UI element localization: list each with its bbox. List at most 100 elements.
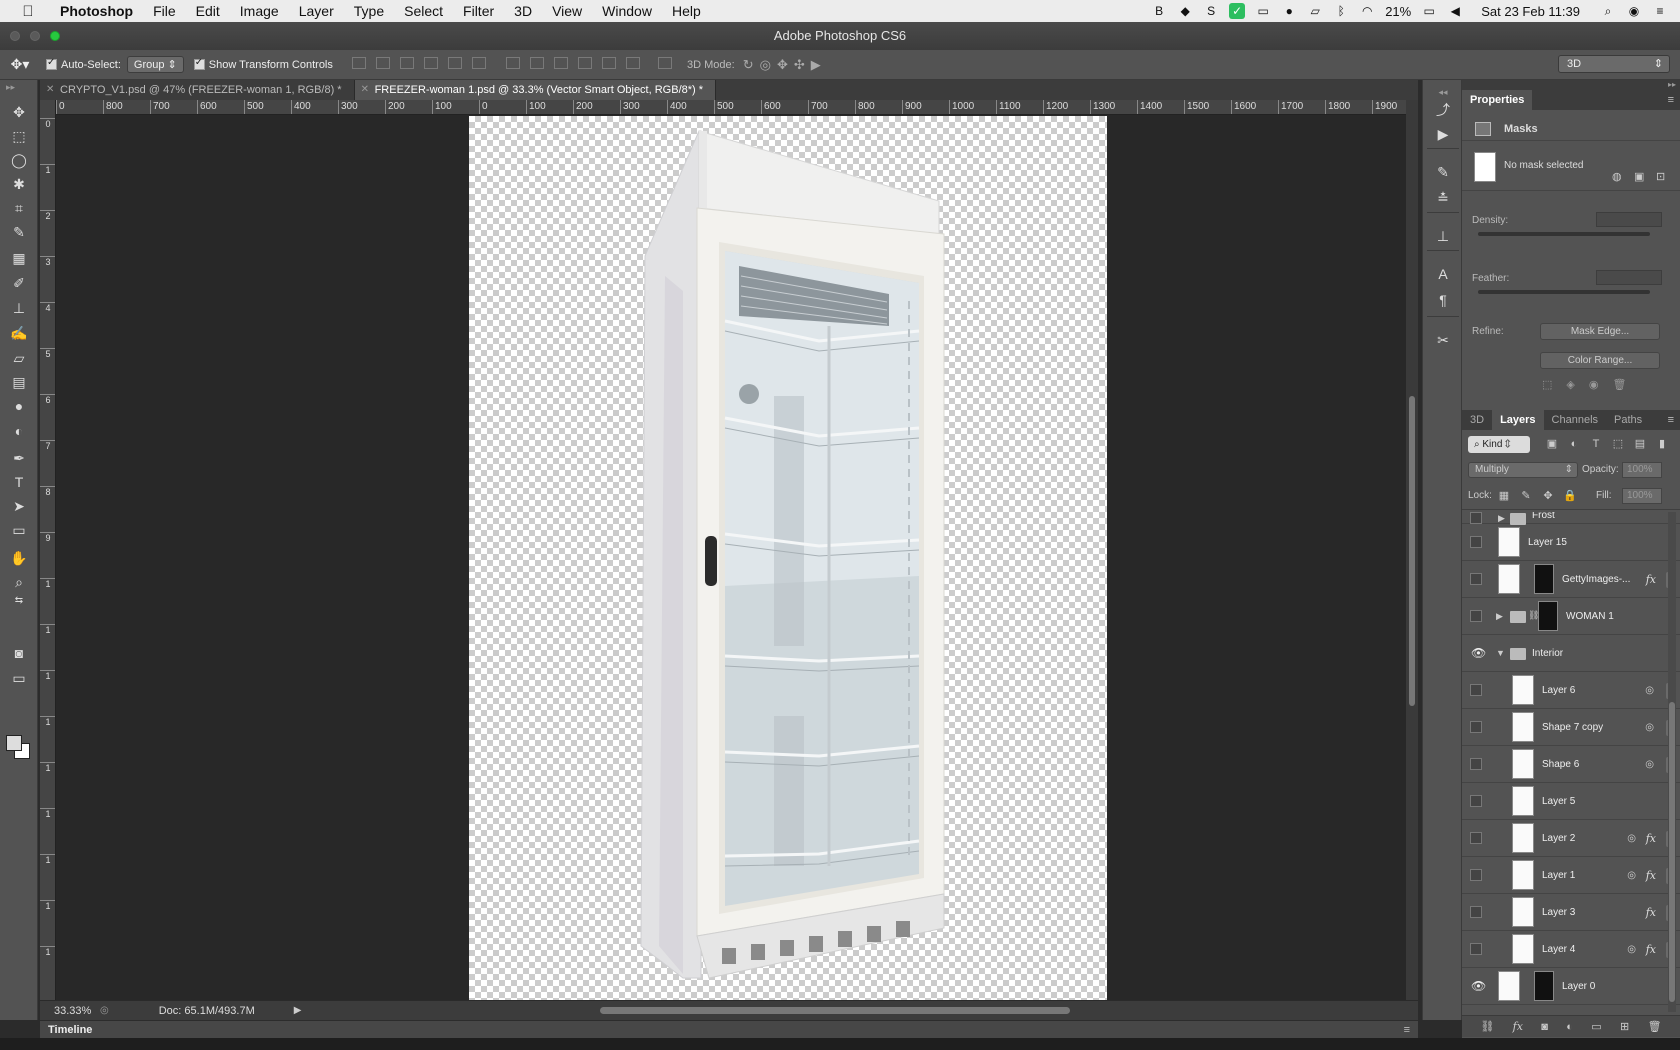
- visibility-toggle[interactable]: [1470, 572, 1482, 585]
- fill-field[interactable]: 100%: [1622, 488, 1662, 504]
- show-transform-checkbox[interactable]: [193, 57, 209, 71]
- layer-name[interactable]: Shape 6: [1542, 759, 1579, 770]
- distribute-top-icon[interactable]: [505, 57, 520, 69]
- align-hcenter-icon[interactable]: [447, 57, 462, 69]
- layer-effects-icon[interactable]: fx: [1646, 573, 1656, 586]
- layer-row[interactable]: ▶ Frost: [1462, 512, 1680, 525]
- 3d-scale-icon[interactable]: ▶: [811, 57, 827, 72]
- wifi-icon[interactable]: ◠: [1359, 3, 1375, 19]
- layer-thumbnail[interactable]: [1498, 564, 1520, 594]
- expanded-arrow-icon[interactable]: ▼: [1496, 648, 1505, 658]
- layer-row[interactable]: Layer 15: [1462, 524, 1680, 561]
- opacity-field[interactable]: 100%: [1622, 462, 1662, 478]
- distribute-hcenter-icon[interactable]: [601, 57, 616, 69]
- layer-row[interactable]: Layer 1◎fx▾: [1462, 857, 1680, 894]
- apply-mask-icon[interactable]: ◈: [1566, 379, 1588, 391]
- collapsed-arrow-icon[interactable]: ▶: [1498, 513, 1505, 524]
- globe-icon[interactable]: ●: [1281, 3, 1297, 19]
- layer-name[interactable]: Layer 0: [1562, 981, 1595, 992]
- move-tool-icon[interactable]: ✥: [8, 102, 30, 122]
- lock-all-icon[interactable]: 🔒: [1562, 488, 1578, 504]
- menu-select[interactable]: Select: [394, 3, 453, 19]
- battery-icon[interactable]: ▭: [1421, 3, 1437, 19]
- panel-menu-icon[interactable]: ≡: [1404, 1021, 1410, 1039]
- dropbox-icon[interactable]: ◆: [1177, 3, 1193, 19]
- horizontal-scrollbar-thumb[interactable]: [600, 1007, 1070, 1014]
- layer-name[interactable]: Layer 4: [1542, 944, 1575, 955]
- rectangle-tool-icon[interactable]: ▭: [8, 520, 30, 540]
- distribute-right-icon[interactable]: [625, 57, 640, 69]
- menu-view[interactable]: View: [542, 3, 592, 19]
- volume-icon[interactable]: ◀: [1447, 3, 1463, 19]
- filter-shape-icon[interactable]: ⬚: [1610, 436, 1626, 452]
- close-tab-icon[interactable]: ✕: [361, 80, 369, 100]
- layer-effects-icon[interactable]: fx: [1646, 943, 1656, 956]
- align-left-icon[interactable]: [423, 57, 438, 69]
- layer-name[interactable]: Layer 2: [1542, 833, 1575, 844]
- density-field[interactable]: [1596, 212, 1662, 227]
- filter-kind-dropdown[interactable]: ⌕ Kind ⇕: [1468, 436, 1530, 453]
- new-group-icon[interactable]: ▭: [1591, 1020, 1601, 1033]
- 3d-roll-icon[interactable]: ◎: [760, 57, 777, 72]
- filter-pixel-icon[interactable]: ▣: [1544, 436, 1560, 452]
- layer-row[interactable]: Layer 2◎fx▾: [1462, 820, 1680, 857]
- 3d-slide-icon[interactable]: ✣: [794, 57, 811, 72]
- layer-name[interactable]: Frost: [1532, 512, 1555, 521]
- add-mask-icon[interactable]: ◙: [1541, 1021, 1548, 1033]
- crop-tool-icon[interactable]: ⌗: [8, 198, 30, 218]
- horizontal-ruler[interactable]: 0 800 700 600 500 400 300 200 100 0 100 200 300 400 50…: [56, 100, 1406, 115]
- distribute-left-icon[interactable]: [577, 57, 592, 69]
- filter-adjustment-icon[interactable]: ◐: [1566, 436, 1582, 452]
- layer-thumbnail[interactable]: [1512, 786, 1534, 816]
- visibility-toggle[interactable]: [1470, 868, 1482, 881]
- properties-title[interactable]: Properties: [1462, 90, 1533, 110]
- menu-layer[interactable]: Layer: [289, 3, 344, 19]
- filter-toggle-icon[interactable]: ▮: [1654, 436, 1670, 452]
- layer-row[interactable]: 👁 ▼ Interior: [1462, 635, 1680, 672]
- visibility-toggle[interactable]: [1470, 794, 1482, 807]
- screen-mode-icon[interactable]: ▭: [8, 668, 30, 688]
- notification-center-icon[interactable]: ≡: [1652, 3, 1668, 19]
- new-layer-icon[interactable]: ⊞: [1620, 1020, 1629, 1033]
- 3d-drag-icon[interactable]: ✥: [777, 57, 794, 72]
- lock-position-icon[interactable]: ✥: [1540, 488, 1556, 504]
- layer-name[interactable]: Interior: [1532, 648, 1563, 659]
- panel-menu-icon[interactable]: ≡: [1668, 410, 1680, 430]
- brush-panel-icon[interactable]: ≛: [1432, 188, 1454, 208]
- layer-thumbnail[interactable]: [1512, 934, 1534, 964]
- eraser-tool-icon[interactable]: ▱: [8, 348, 30, 368]
- swap-colors-icon[interactable]: ⇆: [8, 591, 30, 611]
- auto-align-icon[interactable]: [658, 57, 673, 69]
- menu-help[interactable]: Help: [662, 3, 711, 19]
- feather-slider[interactable]: [1478, 290, 1650, 294]
- marquee-tool-icon[interactable]: ⬚: [8, 126, 30, 146]
- select-pixel-mask-icon[interactable]: ◍: [1612, 170, 1626, 183]
- layer-effects-icon[interactable]: fx: [1646, 869, 1656, 882]
- disable-mask-icon[interactable]: ◉: [1589, 379, 1613, 391]
- status-menu-arrow-icon[interactable]: ▶: [294, 1005, 302, 1016]
- panel-collapse-icon[interactable]: ▸▸: [6, 82, 15, 93]
- tab-paths[interactable]: Paths: [1606, 410, 1650, 430]
- history-panel-icon[interactable]: ⤴: [1432, 100, 1454, 120]
- layer-row[interactable]: ▶ ⛓ WOMAN 1: [1462, 598, 1680, 635]
- type-tool-icon[interactable]: T: [8, 472, 30, 492]
- blend-mode-dropdown[interactable]: Multiply ⇕: [1468, 462, 1578, 478]
- layer-row[interactable]: Shape 6◎▾: [1462, 746, 1680, 783]
- tab-layers[interactable]: Layers: [1492, 410, 1544, 430]
- dock-collapse-bar[interactable]: ▸▸: [1462, 80, 1680, 90]
- layer-mask-thumbnail[interactable]: [1534, 971, 1554, 1001]
- layer-name[interactable]: Layer 5: [1542, 796, 1575, 807]
- spotlight-search-icon[interactable]: ⌕: [1600, 3, 1616, 19]
- move-tool-preset-icon[interactable]: ✥▾: [0, 56, 40, 73]
- scrollbar-thumb[interactable]: [1669, 702, 1675, 1002]
- align-right-icon[interactable]: [471, 57, 486, 69]
- visibility-eye-icon[interactable]: 👁: [1470, 980, 1486, 992]
- layer-thumbnail[interactable]: [1512, 675, 1534, 705]
- layer-row[interactable]: Layer 3fx▾: [1462, 894, 1680, 931]
- pen-tool-icon[interactable]: ✒: [8, 448, 30, 468]
- menu-edit[interactable]: Edit: [186, 3, 230, 19]
- layer-effects-icon[interactable]: fx: [1646, 906, 1656, 919]
- align-bottom-icon[interactable]: [399, 57, 414, 69]
- clock[interactable]: Sat 23 Feb 11:39: [1481, 4, 1580, 19]
- layer-effects-icon[interactable]: fx: [1646, 832, 1656, 845]
